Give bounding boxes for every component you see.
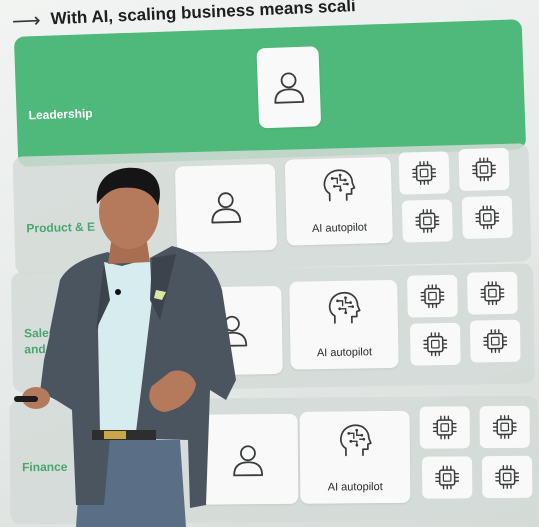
arrow-right-icon: ⟶ — [11, 9, 42, 33]
person-icon — [268, 67, 309, 108]
leadership-person-card — [256, 46, 322, 129]
sales-chip-2 — [467, 271, 518, 315]
row-label-leadership: Leadership — [28, 106, 93, 123]
finance-chip-3 — [421, 456, 473, 499]
brain-circuit-icon — [323, 288, 364, 329]
microchip-icon — [421, 330, 449, 358]
row-label-finance: Finance — [21, 459, 68, 475]
sales-chip-1 — [407, 274, 458, 318]
microchip-icon — [470, 155, 499, 184]
product-chip-3 — [401, 199, 453, 243]
microchip-icon — [491, 413, 519, 441]
microchip-icon — [478, 279, 506, 307]
sales-chip-3 — [409, 322, 461, 366]
brain-circuit-icon — [318, 166, 359, 207]
finance-chip-4 — [481, 455, 533, 499]
microchip-icon — [431, 413, 459, 441]
product-person-card — [174, 163, 278, 253]
ai-autopilot-label: AI autopilot — [311, 221, 368, 235]
ai-autopilot-label: AI autopilot — [327, 481, 383, 494]
microchip-icon — [481, 327, 509, 355]
person-icon — [228, 440, 268, 480]
person-icon — [212, 310, 253, 351]
brain-circuit-icon — [335, 421, 375, 461]
product-chip-2 — [458, 147, 510, 192]
row-label-product: Product & E — [26, 219, 96, 236]
microchip-icon — [418, 282, 446, 310]
sales-person-card — [181, 285, 283, 376]
row-label-sales-line1: Sales — [23, 325, 56, 341]
finance-chip-1 — [419, 406, 470, 449]
microchip-icon — [433, 463, 461, 491]
presentation-screen: ⟶ With AI, scaling business means scali … — [0, 0, 539, 527]
microchip-icon — [410, 159, 439, 188]
sales-chip-4 — [469, 319, 521, 363]
microchip-icon — [493, 463, 521, 491]
product-chip-4 — [461, 195, 513, 240]
row-product: Product & E AI autopilot — [12, 143, 532, 275]
finance-person-card — [199, 413, 299, 505]
row-label-sales-line2: and r — [24, 341, 54, 357]
microchip-icon — [413, 207, 442, 236]
row-finance: Finance AI autopilot — [9, 395, 539, 525]
ai-autopilot-label: AI autopilot — [316, 346, 373, 360]
product-ai-autopilot-card: AI autopilot — [284, 156, 393, 246]
headline-text: With AI, scaling business means scali — [50, 0, 357, 29]
finance-chip-2 — [479, 405, 530, 449]
microchip-icon — [473, 203, 502, 232]
finance-ai-autopilot-card: AI autopilot — [299, 410, 411, 504]
person-icon — [205, 187, 246, 228]
row-sales: Sales and r AI autopilot — [10, 263, 536, 393]
sales-ai-autopilot-card: AI autopilot — [289, 279, 399, 370]
product-chip-1 — [398, 151, 450, 195]
